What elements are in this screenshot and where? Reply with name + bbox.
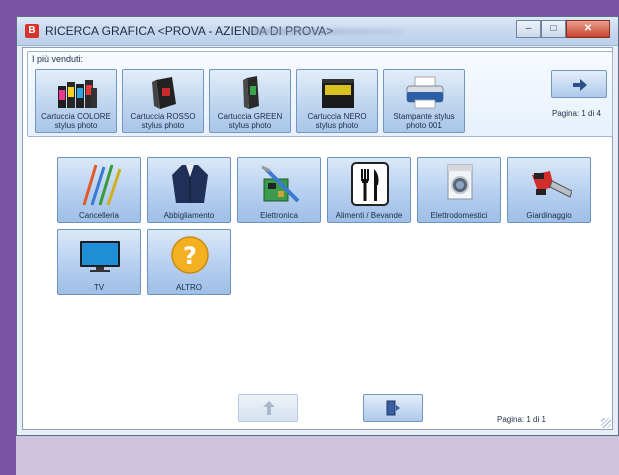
category-label: ALTRO: [175, 283, 203, 292]
jacket-icon: [172, 165, 208, 203]
best-sellers-panel: I più venduti: Cartuccia COLORE stylus p…: [27, 51, 613, 137]
category-tv[interactable]: TV: [57, 229, 141, 295]
green-ink-cartridge-icon: [243, 76, 259, 109]
product-label: Cartuccia COLORE stylus photo: [41, 112, 111, 130]
category-label: TV: [93, 283, 105, 292]
window-content: I più venduti: Cartuccia COLORE stylus p…: [22, 47, 613, 430]
product-label: Cartuccia GREEN stylus photo: [217, 112, 283, 130]
app-icon: B: [25, 24, 39, 38]
question-mark-icon: ?: [171, 236, 209, 274]
arrow-right-icon: [573, 79, 587, 91]
product-button-cartuccia-rosso[interactable]: Cartuccia ROSSO stylus photo: [122, 69, 204, 133]
title-bar[interactable]: B RICERCA GRAFICA <PROVA - AZIENDA DI PR…: [17, 17, 618, 46]
best-sellers-pagination: Pagina: 1 di 4: [552, 109, 601, 118]
category-label: Elettronica: [260, 211, 298, 220]
categories-pagination: Pagina: 1 di 1: [497, 415, 546, 424]
category-giardinaggio[interactable]: Giardinaggio: [507, 157, 591, 223]
product-button-cartuccia-colore[interactable]: Cartuccia COLORE stylus photo: [35, 69, 117, 133]
category-elettronica[interactable]: Elettronica: [237, 157, 321, 223]
color-ink-cartridges-icon: [58, 80, 97, 108]
category-label: Alimenti / Bevande: [335, 211, 403, 220]
search-window: B RICERCA GRAFICA <PROVA - AZIENDA DI PR…: [16, 16, 619, 436]
category-cancelleria[interactable]: Cancelleria: [57, 157, 141, 223]
red-ink-cartridge-icon: [152, 77, 176, 109]
close-button[interactable]: ✕: [566, 20, 610, 38]
category-label: Elettrodomestici: [430, 211, 488, 220]
exit-door-icon: [386, 400, 400, 416]
product-label: Stampante stylus photo 001: [393, 112, 455, 130]
desktop-background-left: [0, 0, 16, 475]
next-page-button[interactable]: [551, 70, 607, 98]
desktop-background-top: [0, 0, 619, 16]
printer-icon: [406, 76, 444, 109]
product-button-cartuccia-nero[interactable]: Cartuccia NERO stylus photo: [296, 69, 378, 133]
back-button[interactable]: [238, 394, 298, 422]
product-button-stampante[interactable]: Stampante stylus photo 001: [383, 69, 465, 133]
category-label: Giardinaggio: [526, 211, 572, 220]
category-altro[interactable]: ? ALTRO: [147, 229, 231, 295]
circuit-board-icon: [261, 165, 300, 203]
pens-icon: [82, 164, 122, 206]
minimize-button[interactable]: –: [516, 20, 541, 38]
black-ink-cartridge-icon: [322, 79, 354, 108]
product-label: Cartuccia ROSSO stylus photo: [130, 112, 196, 130]
category-alimenti-bevande[interactable]: Alimenti / Bevande: [327, 157, 411, 223]
arrow-up-icon: [263, 401, 275, 415]
maximize-button[interactable]: □: [541, 20, 566, 38]
category-abbigliamento[interactable]: Abbigliamento: [147, 157, 231, 223]
svg-text:?: ?: [183, 242, 197, 270]
chainsaw-icon: [532, 171, 572, 198]
blurred-title-info: [253, 28, 403, 35]
category-elettrodomestici[interactable]: Elettrodomestici: [417, 157, 501, 223]
resize-grip[interactable]: [601, 418, 611, 428]
best-sellers-label: I più venduti:: [32, 54, 84, 64]
product-label: Cartuccia NERO stylus photo: [307, 112, 367, 130]
category-label: Abbigliamento: [163, 211, 215, 220]
product-button-cartuccia-green[interactable]: Cartuccia GREEN stylus photo: [209, 69, 291, 133]
exit-button[interactable]: [363, 394, 423, 422]
washing-machine-icon: [447, 164, 473, 200]
category-label: Cancelleria: [78, 211, 120, 220]
tv-icon: [80, 241, 120, 272]
fork-knife-icon: [351, 162, 389, 206]
window-controls: – □ ✕: [516, 20, 610, 38]
